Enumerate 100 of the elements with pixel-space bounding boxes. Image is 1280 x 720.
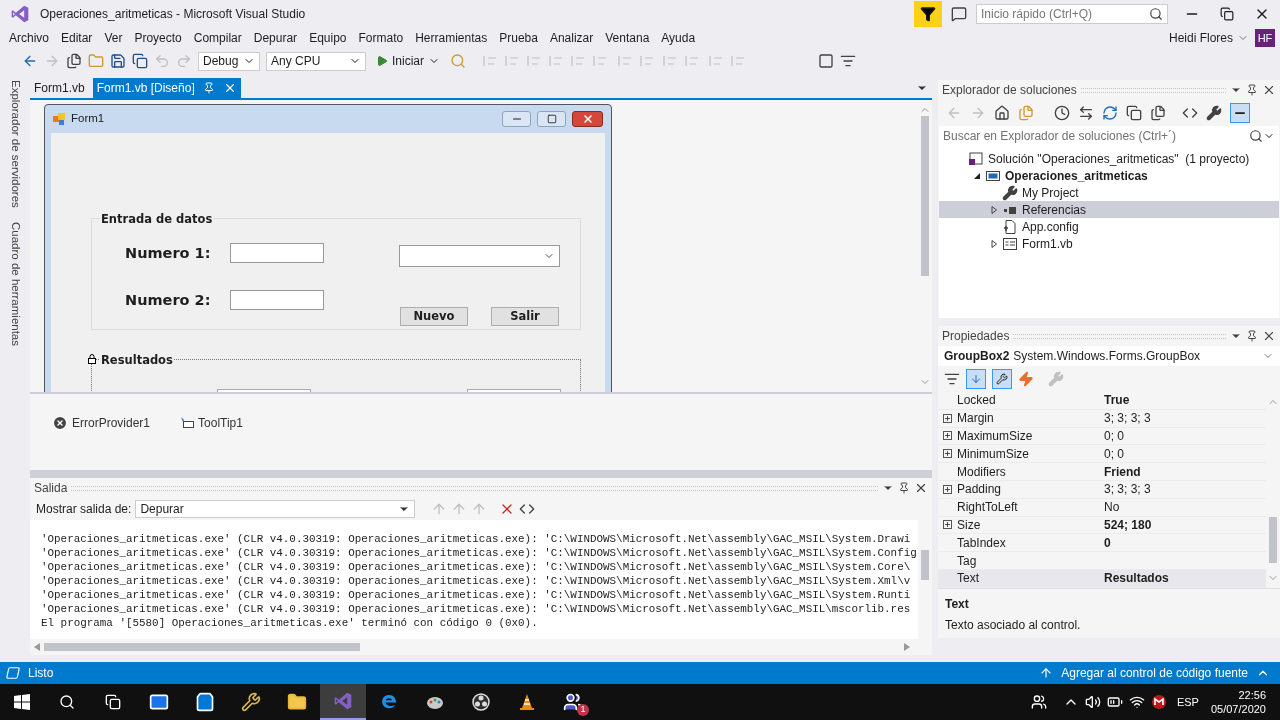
- scrollbar-thumb[interactable]: [921, 550, 929, 580]
- feedback-icon[interactable]: [951, 6, 967, 22]
- tree-item[interactable]: App.config: [939, 218, 1279, 235]
- save-icon[interactable]: [110, 53, 126, 69]
- start-button[interactable]: Iniciar: [372, 52, 444, 70]
- word-wrap-icon[interactable]: [519, 501, 536, 517]
- expand-icon[interactable]: [943, 431, 952, 441]
- switch-views-icon[interactable]: [1018, 105, 1034, 121]
- refresh-icon[interactable]: [1102, 105, 1118, 121]
- menu-item[interactable]: Analizar: [543, 29, 600, 47]
- properties-icon[interactable]: [1206, 105, 1222, 121]
- tree-item[interactable]: Referencias: [939, 201, 1279, 218]
- people-icon[interactable]: [1030, 694, 1047, 710]
- quick-launch-field[interactable]: Inicio rápido (Ctrl+Q): [976, 4, 1168, 24]
- windows-start-icon[interactable]: [14, 694, 30, 710]
- taskbar-app[interactable]: 1: [550, 684, 596, 720]
- close-icon[interactable]: [1262, 329, 1276, 343]
- scroll-right-icon[interactable]: [904, 643, 910, 651]
- tab-order-icon[interactable]: [840, 53, 856, 69]
- save-all-icon[interactable]: [132, 53, 148, 69]
- object-selector[interactable]: GroupBox2 System.Windows.Forms.GroupBox: [938, 346, 1280, 366]
- side-tab[interactable]: Explorador de servidores: [6, 80, 24, 208]
- form-button[interactable]: Salir: [491, 307, 559, 326]
- menu-item[interactable]: Ver: [98, 29, 129, 47]
- restore-button[interactable]: [1220, 7, 1234, 21]
- property-row[interactable]: Locked True: [938, 392, 1266, 410]
- menu-item[interactable]: Editar: [55, 29, 99, 47]
- component-item[interactable]: ErrorProvider1: [52, 414, 151, 432]
- code-icon[interactable]: [1182, 105, 1198, 121]
- form-close-button[interactable]: [572, 111, 603, 127]
- categorized-icon[interactable]: [944, 371, 960, 387]
- solution-search-field[interactable]: Buscar en Explorador de soluciones (Ctrl+´): [939, 126, 1279, 146]
- battery-icon[interactable]: [1106, 694, 1123, 710]
- form-maximize-button[interactable]: [537, 111, 566, 127]
- feedback-filter-button[interactable]: [914, 1, 942, 27]
- menu-item[interactable]: Prueba: [493, 29, 544, 47]
- task-view-icon[interactable]: [105, 694, 121, 710]
- pin-icon[interactable]: [1246, 84, 1258, 96]
- operation-dropdown[interactable]: [399, 245, 560, 267]
- expand-icon[interactable]: [943, 484, 952, 494]
- document-tab[interactable]: Form1.vb: [30, 78, 89, 98]
- output-source-dropdown[interactable]: Depurar: [135, 500, 416, 518]
- close-icon[interactable]: [1262, 83, 1276, 97]
- pin-icon[interactable]: [898, 482, 910, 494]
- show-all-files-icon[interactable]: [1150, 105, 1166, 121]
- user-avatar[interactable]: HF: [1255, 29, 1275, 47]
- collapse-all-icon[interactable]: [1126, 105, 1142, 121]
- menu-item[interactable]: Formato: [352, 29, 410, 47]
- component-item[interactable]: ToolTip1: [180, 414, 243, 432]
- user-name[interactable]: Heidi Flores: [1168, 29, 1233, 47]
- new-project-icon[interactable]: [66, 53, 82, 69]
- pin-icon[interactable]: [1246, 330, 1258, 342]
- number-input-field[interactable]: [230, 290, 324, 310]
- menu-item[interactable]: Compilar: [187, 29, 248, 47]
- collapsed-arrow-icon[interactable]: [989, 239, 998, 248]
- menu-item[interactable]: Equipo: [303, 29, 353, 47]
- clock[interactable]: 22:56 05/07/2020: [1210, 688, 1266, 716]
- form-button[interactable]: Nuevo: [400, 307, 468, 326]
- scrollbar-thumb[interactable]: [921, 116, 929, 276]
- upload-icon[interactable]: [1039, 666, 1054, 680]
- pin-icon[interactable]: [202, 82, 215, 94]
- collapsed-arrow-icon[interactable]: [989, 205, 998, 214]
- properties-view-button[interactable]: [992, 369, 1012, 389]
- scrollbar-thumb[interactable]: [44, 643, 360, 651]
- home-icon[interactable]: [994, 105, 1010, 121]
- menu-item[interactable]: Depurar: [247, 29, 304, 47]
- back-icon[interactable]: [22, 53, 38, 69]
- language-indicator[interactable]: ESP: [1176, 693, 1199, 711]
- document-tab[interactable]: Form1.vb [Diseño]: [92, 78, 241, 98]
- tree-item[interactable]: Form1.vb: [939, 235, 1279, 252]
- sync-icon[interactable]: [1078, 105, 1094, 121]
- scrollbar-thumb[interactable]: [1269, 517, 1277, 563]
- menu-item[interactable]: Ventana: [599, 29, 656, 47]
- window-icon[interactable]: [818, 53, 834, 69]
- menu-item[interactable]: Ayuda: [655, 29, 702, 47]
- tree-item[interactable]: My Project: [939, 184, 1279, 201]
- menu-item[interactable]: Herramientas: [409, 29, 494, 47]
- events-icon[interactable]: [1018, 371, 1034, 387]
- platform-dropdown[interactable]: Any CPU: [266, 51, 366, 71]
- menu-item[interactable]: Proyecto: [128, 29, 188, 47]
- search-icon[interactable]: [59, 694, 75, 710]
- expand-icon[interactable]: [943, 520, 952, 530]
- number-input-field[interactable]: [230, 243, 324, 263]
- close-icon[interactable]: [914, 481, 928, 495]
- tree-item[interactable]: Solución "Operaciones_aritmeticas" (1 proyecto): [939, 150, 1279, 167]
- menu-item[interactable]: Archivo: [3, 29, 55, 47]
- pending-changes-icon[interactable]: [1054, 105, 1070, 121]
- source-control-link[interactable]: Agregar al control de código fuente: [1061, 664, 1248, 682]
- expand-icon[interactable]: [943, 413, 952, 423]
- tree-item[interactable]: Operaciones_aritmeticas: [939, 167, 1279, 184]
- mcafee-shield-icon[interactable]: [1150, 694, 1167, 710]
- form-minimize-button[interactable]: [502, 111, 531, 127]
- expand-icon[interactable]: [943, 449, 952, 459]
- scroll-left-icon[interactable]: [34, 643, 40, 651]
- volume-icon[interactable]: [1084, 694, 1101, 710]
- preview-button[interactable]: [1230, 103, 1250, 123]
- side-tab[interactable]: Cuadro de herramientas: [6, 221, 24, 346]
- expanded-arrow-icon[interactable]: [972, 171, 981, 180]
- wifi-icon[interactable]: [1128, 694, 1145, 710]
- configuration-dropdown[interactable]: Debug: [198, 51, 260, 71]
